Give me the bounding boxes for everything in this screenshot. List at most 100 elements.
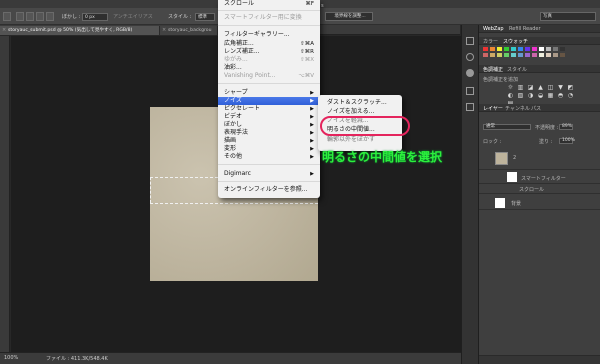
adjustment-icon[interactable]: ◑ bbox=[527, 93, 534, 99]
menu-item-lens-correction[interactable]: レンズ補正... ⇧⌘R bbox=[218, 48, 320, 56]
adjustment-icon[interactable]: ◒ bbox=[537, 93, 544, 99]
tab-swatches[interactable]: スウォッチ bbox=[503, 38, 528, 45]
submenu-item-dust-scratches[interactable]: ダスト＆スクラッチ... bbox=[318, 98, 402, 107]
tab-styles[interactable]: スタイル bbox=[507, 66, 527, 73]
color-swatch[interactable] bbox=[483, 53, 488, 57]
close-icon[interactable]: × bbox=[162, 26, 166, 35]
blend-mode-select[interactable]: 通常 bbox=[483, 124, 531, 130]
adjustment-icon[interactable]: ▥ bbox=[517, 85, 524, 91]
layer-row[interactable]: スマートフィルター bbox=[479, 170, 600, 184]
menu-item-stylize[interactable]: 表現手法 ▶ bbox=[218, 129, 320, 137]
color-swatch[interactable] bbox=[511, 47, 516, 51]
menu-item-noise[interactable]: ノイズ ▶ bbox=[218, 97, 320, 105]
color-swatch[interactable] bbox=[504, 47, 509, 51]
color-swatch[interactable] bbox=[518, 47, 523, 51]
adjustment-icon[interactable]: ◫ bbox=[547, 85, 554, 91]
adjustment-icon[interactable]: ◪ bbox=[527, 85, 534, 91]
layer-name: スマートフィルター bbox=[521, 176, 566, 182]
color-swatch[interactable] bbox=[490, 47, 495, 51]
info-icon[interactable] bbox=[466, 69, 474, 77]
menu-item-other[interactable]: その他 ▶ bbox=[218, 153, 320, 161]
color-swatch[interactable] bbox=[546, 47, 551, 51]
close-icon[interactable]: × bbox=[2, 26, 6, 35]
adjustment-icon[interactable]: ◩ bbox=[567, 85, 574, 91]
color-swatch[interactable] bbox=[560, 47, 565, 51]
subtract-selection-icon[interactable] bbox=[36, 12, 44, 21]
tab-adjustments[interactable]: 色調補正 bbox=[483, 66, 503, 73]
adjustment-icon[interactable]: ▲ bbox=[537, 85, 544, 91]
new-selection-icon[interactable] bbox=[16, 12, 24, 21]
refine-edge-button[interactable]: 境界線を調整... bbox=[325, 12, 373, 21]
color-swatch[interactable] bbox=[546, 53, 551, 57]
opacity-input[interactable]: 89% bbox=[559, 124, 573, 130]
color-swatch[interactable] bbox=[511, 53, 516, 57]
zoom-level[interactable]: 100% bbox=[4, 355, 18, 361]
tab-layers[interactable]: レイヤー bbox=[483, 105, 503, 112]
menu-item-browse-online[interactable]: オンラインフィルターを参照... bbox=[218, 186, 320, 194]
adjustment-icon[interactable]: ☼ bbox=[507, 85, 514, 91]
tool-preset-button[interactable] bbox=[3, 12, 11, 21]
actions-icon[interactable] bbox=[466, 53, 474, 61]
menu-item-last-filter[interactable]: スクロール ⌘F bbox=[218, 0, 320, 8]
menu-item-liquify: ゆがみ... ⇧⌘X bbox=[224, 56, 314, 63]
workspace-select[interactable]: 写真 bbox=[540, 12, 596, 21]
adjustment-icon[interactable]: ▦ bbox=[547, 93, 554, 99]
adjustments-panel-header: 色調補正 スタイル bbox=[479, 65, 600, 73]
tab-paths[interactable]: パス bbox=[531, 105, 541, 112]
adjustment-icon[interactable]: ▧ bbox=[517, 93, 524, 99]
color-panel-header: カラー スウォッチ bbox=[479, 37, 600, 45]
adjustment-icon[interactable]: ▼ bbox=[557, 85, 564, 91]
menu-item-oil-paint[interactable]: 油彩... bbox=[218, 64, 320, 72]
right-panels: WebZap Refill Reader カラー スウォッチ 色調補正 スタイル… bbox=[478, 25, 600, 364]
document-tab[interactable]: × storyauc_backgrou bbox=[160, 26, 218, 35]
swatch-grid[interactable] bbox=[483, 47, 597, 63]
color-swatch[interactable] bbox=[497, 47, 502, 51]
tab-color[interactable]: カラー bbox=[483, 38, 498, 45]
adjustment-icon[interactable]: ◔ bbox=[567, 93, 574, 99]
filter-menu: スクロール ⌘F スマートフィルター用に変換 フィルターギャラリー... 広角補正… bbox=[218, 0, 320, 198]
color-swatch[interactable] bbox=[539, 47, 544, 51]
history-icon[interactable] bbox=[466, 37, 474, 45]
intersect-selection-icon[interactable] bbox=[46, 12, 54, 21]
character-icon[interactable] bbox=[466, 103, 474, 111]
color-swatch[interactable] bbox=[490, 53, 495, 57]
menu-item-video[interactable]: ビデオ ▶ bbox=[218, 113, 320, 121]
tab-channels[interactable]: チャンネル bbox=[505, 105, 530, 112]
menu-item-sharpen[interactable]: シャープ ▶ bbox=[218, 89, 320, 97]
feather-input[interactable]: 0 px bbox=[82, 13, 108, 21]
color-swatch[interactable] bbox=[553, 53, 558, 57]
document-tab[interactable]: × storyauc_submit.psd @ 50% (気出して見やすく, R… bbox=[0, 26, 160, 35]
fill-input[interactable]: 100% bbox=[559, 138, 575, 144]
color-swatch[interactable] bbox=[518, 53, 523, 57]
color-swatch[interactable] bbox=[483, 47, 488, 51]
color-swatch[interactable] bbox=[532, 53, 537, 57]
add-selection-icon[interactable] bbox=[26, 12, 34, 21]
adjustment-icon[interactable]: ◓ bbox=[557, 93, 564, 99]
submenu-item-add-noise[interactable]: ノイズを加える... bbox=[318, 107, 402, 116]
menu-item-adaptive-wide-angle[interactable]: 広角補正... ⇧⌘A bbox=[218, 40, 320, 48]
color-swatch[interactable] bbox=[539, 53, 544, 57]
layer-row[interactable]: 2 bbox=[479, 148, 600, 170]
color-swatch[interactable] bbox=[497, 53, 502, 57]
menu-item-pixelate[interactable]: ピクセレート ▶ bbox=[218, 105, 320, 113]
submenu-item-despeckle[interactable]: 輪郭以外をぼかす bbox=[318, 135, 402, 142]
color-swatch[interactable] bbox=[553, 47, 558, 51]
menu-item-blur[interactable]: ぼかし ▶ bbox=[218, 121, 320, 129]
menu-item-filter-gallery[interactable]: フィルターギャラリー... bbox=[218, 31, 320, 39]
color-swatch[interactable] bbox=[525, 53, 530, 57]
color-swatch[interactable] bbox=[504, 53, 509, 57]
brush-icon[interactable] bbox=[466, 87, 474, 95]
layer-row[interactable]: スクロール bbox=[479, 184, 600, 194]
menu-item-digimarc[interactable]: Digimarc ▶ bbox=[218, 170, 320, 178]
layer-row[interactable]: 背景 bbox=[479, 196, 600, 210]
style-select[interactable]: 標準 bbox=[195, 13, 215, 21]
antialias-checkbox[interactable]: アンチエイリアス bbox=[113, 13, 153, 20]
tab-webzap[interactable]: WebZap bbox=[483, 26, 504, 32]
color-swatch[interactable] bbox=[532, 47, 537, 51]
color-swatch[interactable] bbox=[560, 53, 565, 57]
tab-refill-reader[interactable]: Refill Reader bbox=[509, 26, 541, 32]
menu-item-distort[interactable]: 変形 ▶ bbox=[218, 145, 320, 153]
adjustment-icon[interactable]: ◐ bbox=[507, 93, 514, 99]
color-swatch[interactable] bbox=[525, 47, 530, 51]
menu-item-render[interactable]: 描画 ▶ bbox=[218, 137, 320, 145]
